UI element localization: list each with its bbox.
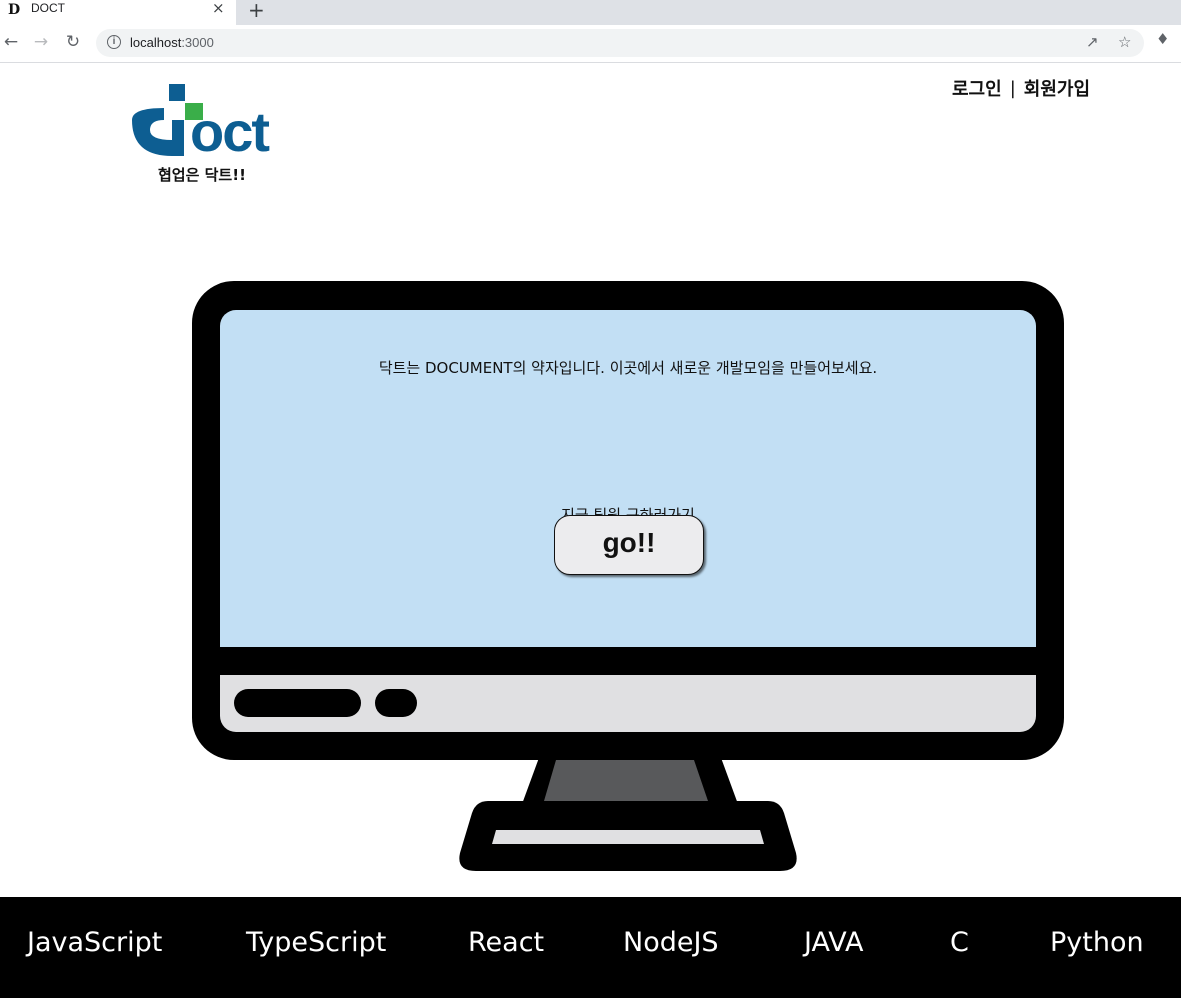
chin-pill-long	[234, 689, 361, 717]
auth-separator: |	[1009, 77, 1016, 99]
monitor-illustration: 닥트는 DOCUMENT의 약자입니다. 이곳에서 새로운 개발모임을 만들어보…	[192, 281, 1064, 760]
footer-tag-java[interactable]: JAVA	[804, 927, 863, 958]
back-arrow-icon[interactable]: ←	[0, 29, 22, 55]
tab-close-icon[interactable]: ×	[212, 0, 225, 17]
reload-icon[interactable]: ↻	[62, 29, 84, 55]
browser-toolbar: ← → ↻ i localhost:3000 ↗ ☆	[0, 25, 1181, 62]
monitor-screen: 닥트는 DOCUMENT의 약자입니다. 이곳에서 새로운 개발모임을 만들어보…	[220, 310, 1036, 647]
tech-stack-footer: JavaScript TypeScript React NodeJS JAVA …	[0, 897, 1181, 998]
tab-title: DOCT	[31, 1, 65, 15]
doct-favicon-icon: D	[8, 2, 21, 18]
footer-tag-nodejs[interactable]: NodeJS	[623, 927, 719, 958]
extensions-puzzle-icon[interactable]: ♦	[1156, 30, 1169, 48]
monitor-chin	[220, 675, 1036, 732]
intro-text: 닥트는 DOCUMENT의 약자입니다. 이곳에서 새로운 개발모임을 만들어보…	[378, 359, 878, 377]
share-icon[interactable]: ↗	[1086, 33, 1099, 51]
footer-tag-c[interactable]: C	[950, 927, 969, 958]
auth-links: 로그인 | 회원가입	[952, 75, 1090, 101]
url-host: localhost	[130, 35, 182, 50]
chrome-divider	[0, 62, 1181, 63]
footer-tag-react[interactable]: React	[468, 927, 544, 958]
logo-text: oct	[190, 100, 270, 163]
chin-pill-short	[375, 689, 417, 717]
signup-link[interactable]: 회원가입	[1024, 75, 1090, 101]
footer-tag-python[interactable]: Python	[1050, 927, 1144, 958]
footer-tag-typescript[interactable]: TypeScript	[246, 927, 386, 958]
login-link[interactable]: 로그인	[952, 75, 1002, 101]
forward-arrow-icon[interactable]: →	[30, 29, 52, 55]
go-button[interactable]: go!!	[554, 515, 704, 575]
bookmark-star-icon[interactable]: ☆	[1118, 33, 1131, 51]
browser-tab[interactable]: D DOCT ×	[0, 0, 236, 25]
footer-tag-javascript[interactable]: JavaScript	[27, 927, 162, 958]
address-bar[interactable]: i localhost:3000 ↗ ☆	[96, 29, 1144, 57]
tagline: 협업은 닥트!!	[158, 166, 246, 184]
new-tab-icon[interactable]: +	[248, 0, 265, 22]
url-text[interactable]: localhost:3000	[130, 35, 214, 50]
url-port: :3000	[181, 35, 214, 50]
browser-tab-bar: D DOCT × +	[0, 0, 1181, 25]
site-info-icon[interactable]: i	[107, 35, 121, 49]
monitor-stand	[459, 755, 797, 871]
